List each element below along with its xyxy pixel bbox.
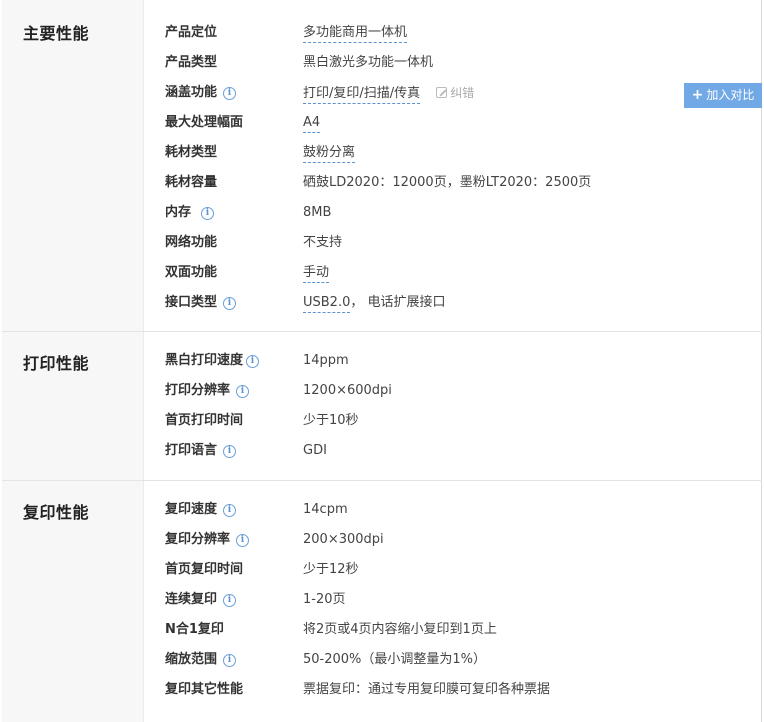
info-icon[interactable]: i bbox=[236, 533, 250, 547]
spec-value[interactable]: 手动 bbox=[303, 258, 330, 288]
spec-row: 复印其它性能 票据复印：通过专用复印膜可复印各种票据 bbox=[2, 675, 762, 705]
spec-label: 内存 i bbox=[165, 198, 215, 228]
spec-row: 首页复印时间 少于12秒 bbox=[2, 555, 762, 585]
spec-row: 黑白打印速度 i 14ppm bbox=[2, 346, 762, 376]
info-icon[interactable]: i bbox=[236, 384, 250, 398]
spec-value: 1-20页 bbox=[303, 592, 346, 607]
spec-label: 复印速度 i bbox=[165, 495, 237, 525]
edit-icon bbox=[436, 87, 448, 98]
spec-row: 复印分辨率 i 200×300dpi bbox=[2, 525, 762, 555]
spec-row: 接口类型 i USB2.0， 电话扩展接口 bbox=[2, 288, 762, 318]
info-icon[interactable]: i bbox=[223, 653, 237, 667]
spec-row: 涵盖功能 i 打印/复印/扫描/传真 纠错 bbox=[2, 78, 762, 108]
spec-label: 涵盖功能 i bbox=[165, 78, 237, 108]
spec-value: 8MB bbox=[303, 205, 332, 220]
spec-row: 缩放范围 i 50-200%（最小调整量为1%） bbox=[2, 645, 762, 675]
spec-value: 200×300dpi bbox=[303, 532, 384, 547]
spec-value: 14ppm bbox=[303, 353, 349, 368]
add-to-compare-button[interactable]: + 加入对比 bbox=[684, 83, 762, 108]
spec-value[interactable]: 鼓粉分离 bbox=[303, 138, 356, 168]
spec-row: 打印分辨率 i 1200×600dpi bbox=[2, 376, 762, 406]
spec-row: 连续复印 i 1-20页 bbox=[2, 585, 762, 615]
spec-row: 最大处理幅面 A4 bbox=[2, 108, 762, 138]
spec-label: 网络功能 bbox=[165, 235, 218, 250]
spec-label: 打印分辨率 i bbox=[165, 376, 250, 406]
spec-row: 打印语言 i GDI bbox=[2, 436, 762, 466]
spec-label: N合1复印 bbox=[165, 622, 224, 637]
info-icon[interactable]: i bbox=[223, 593, 237, 607]
spec-value: 将2页或4页内容缩小复印到1页上 bbox=[303, 622, 497, 637]
spec-label: 复印分辨率 i bbox=[165, 525, 250, 555]
correct-error-link[interactable]: 纠错 bbox=[436, 86, 474, 100]
spec-row: 首页打印时间 少于10秒 bbox=[2, 406, 762, 436]
spec-value: 少于10秒 bbox=[303, 413, 359, 428]
spec-label: 黑白打印速度 i bbox=[165, 346, 260, 376]
spec-value: 14cpm bbox=[303, 502, 348, 517]
info-icon[interactable]: i bbox=[223, 503, 237, 517]
spec-label: 耗材容量 bbox=[165, 175, 218, 190]
section-main-performance: 主要性能 产品定位 多功能商用一体机 产品类型 黑白激光多功能一体机 涵盖功能 i… bbox=[2, 0, 762, 331]
spec-label: 产品定位 bbox=[165, 25, 218, 40]
spec-label: 首页复印时间 bbox=[165, 562, 244, 577]
spec-value: 硒鼓LD2020：12000页，墨粉LT2020：2500页 bbox=[303, 175, 592, 190]
spec-label: 首页打印时间 bbox=[165, 413, 244, 428]
spec-label: 复印其它性能 bbox=[165, 682, 244, 697]
spec-label: 缩放范围 i bbox=[165, 645, 237, 675]
plus-icon: + bbox=[691, 87, 704, 103]
info-icon[interactable]: i bbox=[223, 444, 237, 458]
spec-value[interactable]: USB2.0， 电话扩展接口 bbox=[303, 288, 446, 318]
spec-value: 50-200%（最小调整量为1%） bbox=[303, 652, 487, 667]
section-print-performance: 打印性能 黑白打印速度 i 14ppm 打印分辨率 i 1200×600dpi 首页… bbox=[2, 332, 762, 480]
info-icon[interactable]: i bbox=[201, 206, 215, 220]
spec-value[interactable]: 打印/复印/扫描/传真 纠错 bbox=[303, 78, 474, 108]
spec-row: 耗材类型 鼓粉分离 bbox=[2, 138, 762, 168]
spec-row: N合1复印 将2页或4页内容缩小复印到1页上 bbox=[2, 615, 762, 645]
spec-row: 网络功能 不支持 bbox=[2, 228, 762, 258]
spec-value: 票据复印：通过专用复印膜可复印各种票据 bbox=[303, 682, 551, 697]
info-icon[interactable]: i bbox=[246, 354, 260, 368]
spec-value: 少于12秒 bbox=[303, 562, 359, 577]
spec-value: 不支持 bbox=[303, 235, 343, 250]
spec-value: 黑白激光多功能一体机 bbox=[303, 55, 434, 70]
spec-row: 耗材容量 硒鼓LD2020：12000页，墨粉LT2020：2500页 bbox=[2, 168, 762, 198]
spec-label: 双面功能 bbox=[165, 265, 218, 280]
spec-row: 复印速度 i 14cpm bbox=[2, 495, 762, 525]
spec-value: GDI bbox=[303, 443, 327, 458]
spec-row: 双面功能 手动 bbox=[2, 258, 762, 288]
spec-label: 耗材类型 bbox=[165, 145, 218, 160]
info-icon[interactable]: i bbox=[223, 296, 237, 310]
section-copy-performance: 复印性能 复印速度 i 14cpm 复印分辨率 i 200×300dpi 首页复印时… bbox=[2, 481, 762, 722]
spec-value[interactable]: 多功能商用一体机 bbox=[303, 18, 408, 48]
spec-row: 内存 i 8MB bbox=[2, 198, 762, 228]
spec-label: 最大处理幅面 bbox=[165, 115, 244, 130]
spec-row: 产品定位 多功能商用一体机 bbox=[2, 18, 762, 48]
spec-row: 产品类型 黑白激光多功能一体机 bbox=[2, 48, 762, 78]
spec-label: 打印语言 i bbox=[165, 436, 237, 466]
spec-value: 1200×600dpi bbox=[303, 383, 392, 398]
info-icon[interactable]: i bbox=[223, 86, 237, 100]
spec-label: 产品类型 bbox=[165, 55, 218, 70]
spec-label: 接口类型 i bbox=[165, 288, 237, 318]
spec-value[interactable]: A4 bbox=[303, 108, 321, 138]
spec-label: 连续复印 i bbox=[165, 585, 237, 615]
